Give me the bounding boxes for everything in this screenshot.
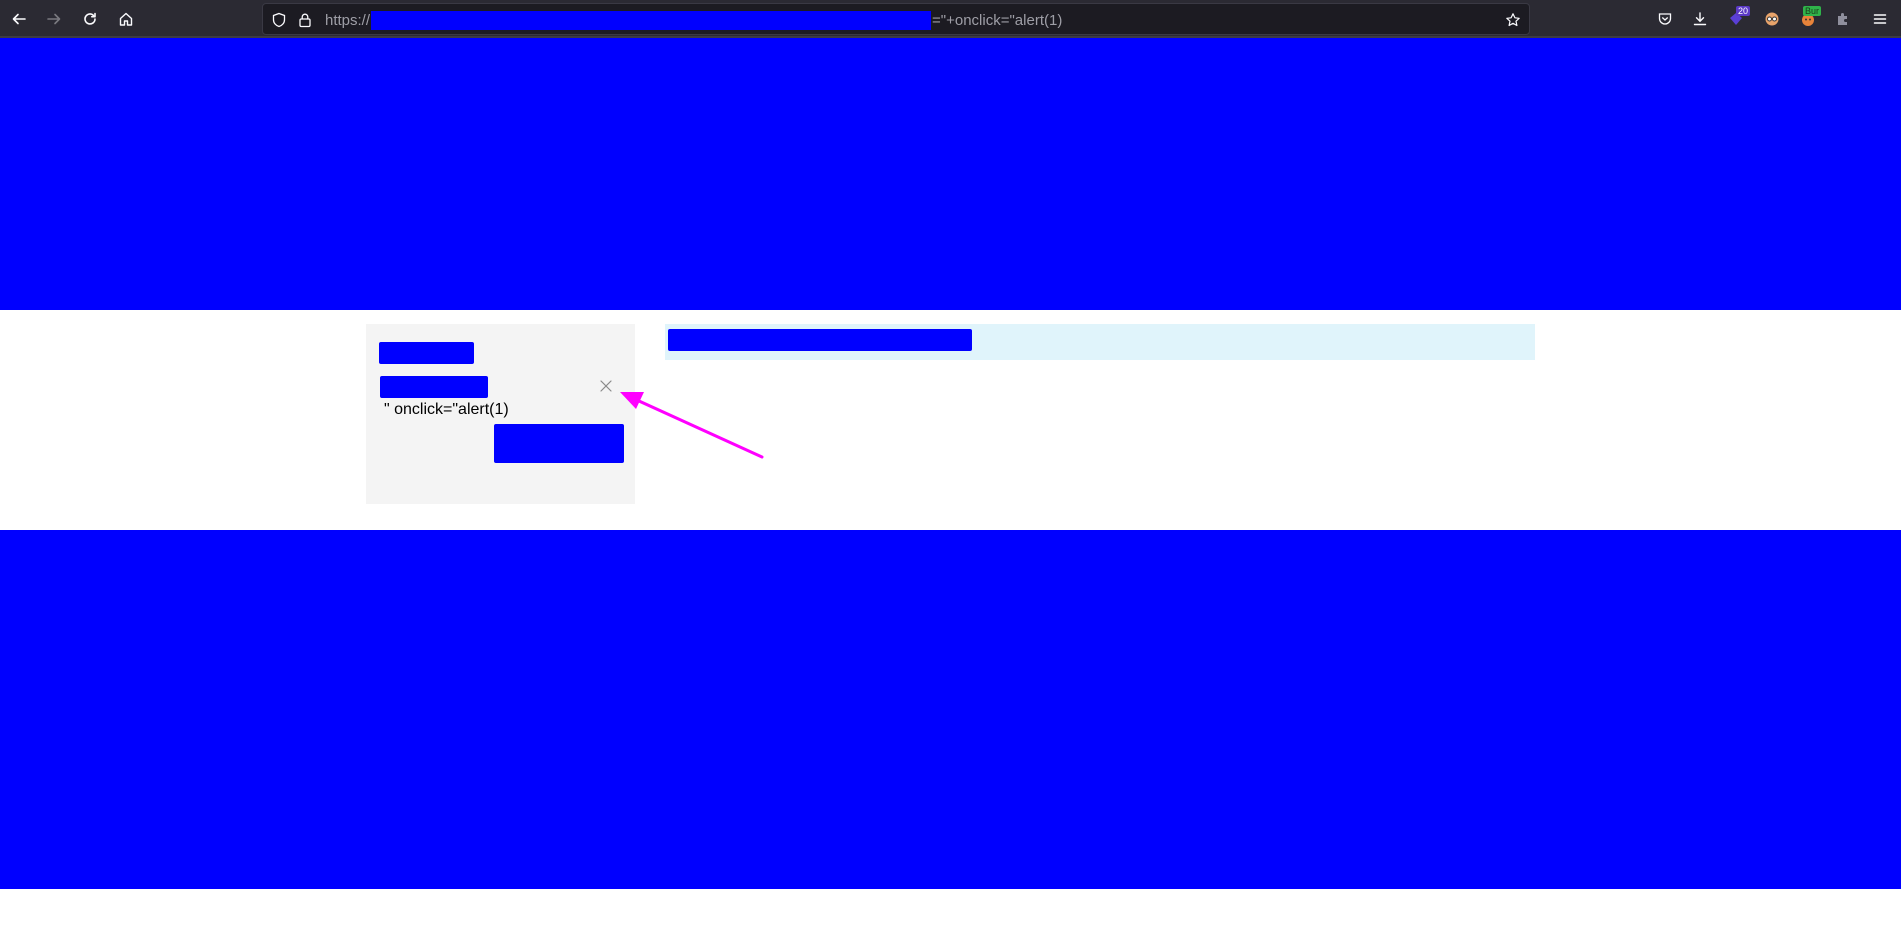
extensions-button[interactable]	[1830, 6, 1856, 32]
downloads-button[interactable]	[1687, 6, 1713, 32]
hamburger-menu-icon	[1873, 14, 1887, 24]
url-text[interactable]: https:// ="+onclick="alert(1)	[325, 11, 1062, 30]
info-strip	[665, 324, 1535, 360]
pocket-icon	[1658, 13, 1672, 25]
url-query: ="+onclick="alert(1)	[932, 12, 1063, 29]
download-icon	[1693, 12, 1707, 26]
notification-panel: " onclick="alert(1)	[366, 324, 635, 504]
redacted-info-text	[668, 329, 972, 351]
app-menu-button[interactable]	[1867, 6, 1893, 32]
home-button[interactable]	[113, 6, 139, 32]
url-scheme: https://	[325, 12, 371, 29]
back-button[interactable]	[6, 6, 32, 32]
puzzle-icon	[1838, 13, 1847, 25]
lock-icon[interactable]	[297, 12, 313, 28]
redacted-footer-block	[0, 530, 1901, 889]
url-redaction	[371, 11, 932, 30]
extension-badge-label: Bur	[1803, 6, 1822, 16]
redacted-panel-label	[380, 376, 488, 398]
reload-button[interactable]	[77, 6, 103, 32]
browser-toolbar: https:// ="+onclick="alert(1) 20 Bur	[0, 0, 1901, 38]
reflected-payload-text: " onclick="alert(1)	[384, 401, 509, 418]
extension-button-1[interactable]: 20	[1723, 6, 1751, 32]
annotation-arrow	[620, 392, 764, 459]
redacted-panel-title	[379, 342, 474, 364]
extension-button-3[interactable]: Bur	[1795, 6, 1822, 32]
redacted-header-block	[0, 38, 1901, 310]
extension-glasses-icon	[1765, 12, 1779, 26]
pocket-button[interactable]	[1652, 6, 1678, 32]
arrow-left-icon	[12, 13, 26, 25]
extension-badge-count: 20	[1736, 6, 1751, 16]
tracking-shield-icon[interactable]	[271, 12, 287, 28]
extension-button-2[interactable]	[1759, 6, 1785, 32]
bookmark-star-icon[interactable]	[1505, 12, 1521, 28]
reload-icon	[84, 12, 96, 25]
url-bar[interactable]: https:// ="+onclick="alert(1)	[262, 3, 1530, 35]
home-icon	[119, 12, 133, 26]
forward-button[interactable]	[41, 6, 67, 32]
arrow-right-icon	[47, 13, 61, 25]
